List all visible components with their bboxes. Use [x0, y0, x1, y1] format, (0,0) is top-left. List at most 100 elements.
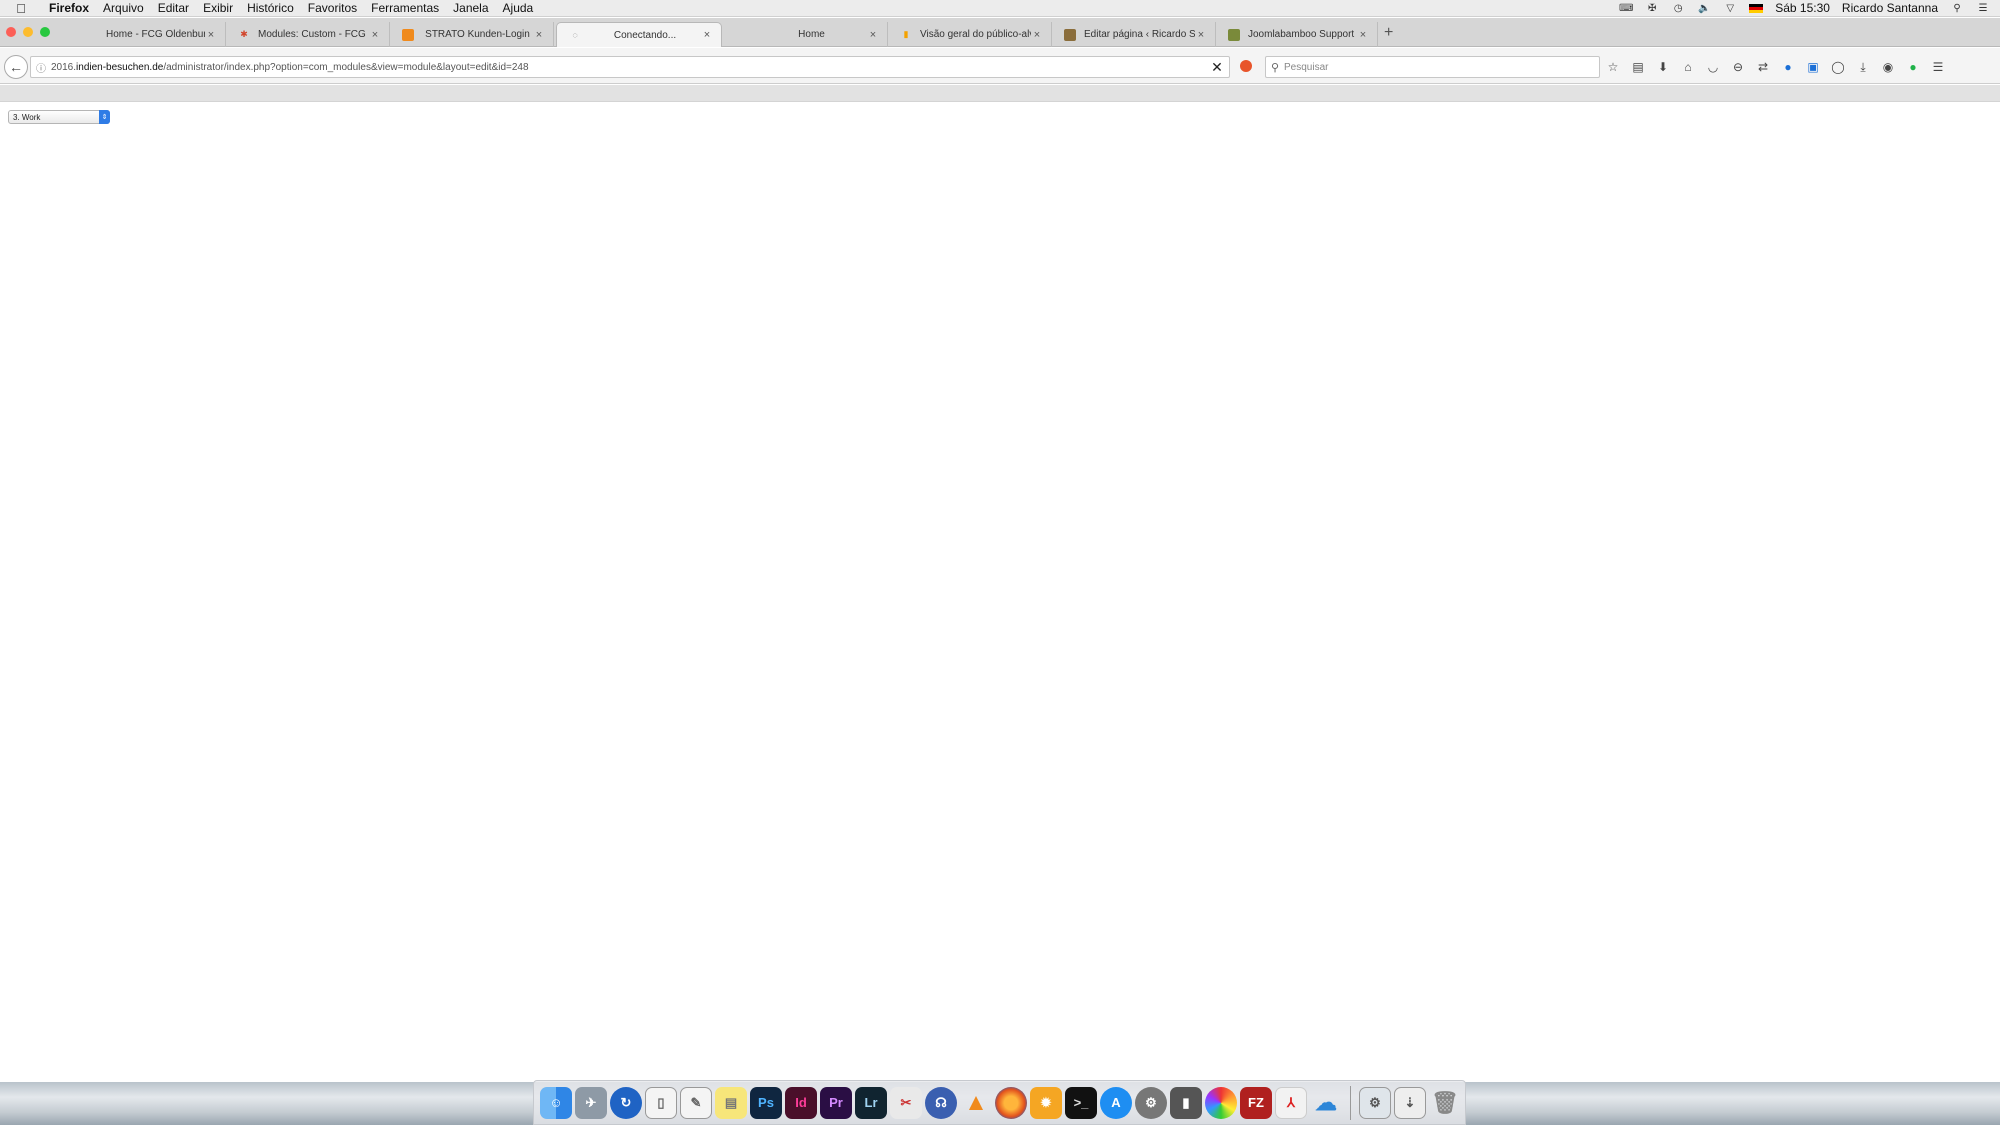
tab-conectando[interactable]: ◌ Conectando... × — [556, 22, 722, 47]
trash-icon[interactable]: 🗑 — [1429, 1087, 1461, 1119]
menu-ajuda[interactable]: Ajuda — [496, 1, 541, 15]
downloads-stack-icon[interactable]: ⇣ — [1394, 1086, 1426, 1119]
extension-square-icon[interactable]: ▣ — [1806, 60, 1820, 74]
tab-analytics[interactable]: ▮ Visão geral do público-alvo... × — [888, 22, 1052, 47]
downloads-icon[interactable]: ⬇ — [1656, 60, 1670, 74]
close-tab-icon[interactable]: × — [1357, 29, 1369, 41]
back-button[interactable]: ← — [4, 55, 28, 79]
menu-janela[interactable]: Janela — [446, 1, 495, 15]
textedit-icon[interactable]: ✎ — [680, 1086, 712, 1119]
tab-home-fcg[interactable]: Home - FCG Oldenburg × — [74, 22, 226, 47]
menu-app-firefox[interactable]: Firefox — [42, 1, 96, 15]
tab-title: Visão geral do público-alvo... — [920, 29, 1031, 40]
document-icon[interactable]: ▯ — [645, 1086, 677, 1119]
close-tab-icon[interactable]: × — [867, 29, 879, 41]
reading-list-icon[interactable]: ▤ — [1631, 60, 1645, 74]
network-icon[interactable]: ✠ — [1645, 3, 1659, 14]
sync-icon[interactable]: ⊖ — [1731, 60, 1745, 74]
notebook-icon[interactable]: ▮ — [1170, 1086, 1202, 1119]
notification-center-icon[interactable]: ☰ — [1976, 3, 1990, 14]
hamburger-menu-icon[interactable]: ☰ — [1931, 60, 1945, 74]
tab-modules-custom[interactable]: ✱ Modules: Custom - FCG Ol... × — [226, 22, 390, 47]
extension-blue-icon[interactable]: ● — [1781, 60, 1795, 74]
search-bar[interactable]: ⚲ Pesquisar — [1265, 56, 1600, 78]
cloud-drive-icon[interactable]: ☁ — [1310, 1087, 1342, 1119]
photoshop-icon[interactable]: Ps — [750, 1086, 782, 1119]
menubar-clock[interactable]: Sáb 15:30 — [1775, 1, 1830, 15]
close-tab-icon[interactable]: × — [1195, 29, 1207, 41]
indesign-icon[interactable]: Id — [785, 1086, 817, 1119]
wifi-icon[interactable]: ▽ — [1723, 3, 1737, 14]
script-editor-icon[interactable]: ✂ — [890, 1086, 922, 1119]
tab-strato[interactable]: STRATO Kunden-Login × — [390, 22, 554, 47]
menu-exibir[interactable]: Exibir — [196, 1, 240, 15]
stop-loading-button[interactable]: ✕ — [1210, 59, 1224, 76]
grammarly-icon[interactable]: ● — [1906, 60, 1920, 74]
joomlabamboo-favicon-icon — [1228, 28, 1240, 41]
tab-home[interactable]: Home × — [724, 22, 888, 47]
analytics-favicon-icon: ▮ — [903, 29, 909, 39]
filezilla-icon[interactable]: FZ — [1240, 1086, 1272, 1119]
menu-editar[interactable]: Editar — [151, 1, 196, 15]
menu-arquivo[interactable]: Arquivo — [96, 1, 151, 15]
search-icon: ⚲ — [1270, 61, 1280, 74]
macos-dock: ☺ ✈ ↻ ▯ ✎ ▤ Ps Id Pr Lr ✂ ☊ ▲ ✹ >_ A ⚙ ▮… — [533, 1080, 1466, 1125]
time-machine-icon[interactable]: ◷ — [1671, 3, 1685, 14]
minimize-window-button[interactable] — [23, 27, 33, 37]
acrobat-icon[interactable]: ⅄ — [1275, 1086, 1307, 1119]
menu-favoritos[interactable]: Favoritos — [301, 1, 364, 15]
system-utility-icon[interactable]: ✹ — [1030, 1086, 1062, 1119]
bookmark-star-icon[interactable]: ☆ — [1606, 60, 1620, 74]
site-info-icon[interactable]: ⓘ — [31, 60, 51, 75]
module-select[interactable]: 3. Work ⇕ — [8, 110, 110, 124]
url-bar[interactable]: ⓘ 2016.indien-besuchen.de/administrator/… — [30, 56, 1230, 78]
vlc-icon[interactable]: ▲ — [960, 1087, 992, 1119]
keyboard-icon[interactable]: ⌨ — [1619, 3, 1633, 14]
terminal-icon[interactable]: >_ — [1065, 1086, 1097, 1119]
menu-ferramentas[interactable]: Ferramentas — [364, 1, 446, 15]
spotlight-search-icon[interactable]: ⚲ — [1950, 3, 1964, 14]
notes-icon[interactable]: ▤ — [715, 1086, 747, 1119]
dock-separator — [1350, 1085, 1351, 1120]
recent-folder-icon[interactable]: ⚙ — [1359, 1086, 1391, 1119]
extension-gray-icon[interactable]: ◯ — [1831, 60, 1845, 74]
apple-menu-icon[interactable]:  — [0, 1, 42, 16]
close-tab-icon[interactable]: × — [369, 29, 381, 41]
premiere-icon[interactable]: Pr — [820, 1086, 852, 1119]
pocket-icon[interactable]: ◡ — [1706, 60, 1720, 74]
sync-app-icon[interactable]: ↻ — [610, 1086, 642, 1119]
system-preferences-icon[interactable]: ⚙ — [1135, 1086, 1167, 1119]
menu-historico[interactable]: Histórico — [240, 1, 301, 15]
finder-icon[interactable]: ☺ — [540, 1086, 572, 1119]
navigation-toolbar: ← ⓘ 2016.indien-besuchen.de/administrato… — [0, 48, 2000, 84]
color-wheel-app-icon[interactable] — [1205, 1086, 1237, 1119]
volume-icon[interactable]: 🔈 — [1697, 3, 1711, 14]
share-icon[interactable]: ⇄ — [1756, 60, 1770, 74]
select-arrows-icon[interactable]: ⇕ — [99, 110, 110, 124]
tab-editar-pagina[interactable]: Editar página ‹ Ricardo San... × — [1052, 22, 1216, 47]
new-tab-button[interactable]: + — [1384, 24, 1393, 42]
close-tab-icon[interactable]: × — [701, 29, 713, 41]
close-window-button[interactable] — [6, 27, 16, 37]
toolbar-icons: ☆ ▤ ⬇ ⌂ ◡ ⊖ ⇄ ● ▣ ◯ ⤓ ◉ ● ☰ — [1606, 60, 1945, 75]
input-language-flag-icon[interactable] — [1749, 3, 1764, 13]
tab-joomlabamboo[interactable]: Joomlabamboo Support Fo... × — [1216, 22, 1378, 47]
extension-dark-icon[interactable]: ◉ — [1881, 60, 1895, 74]
app-store-icon[interactable]: A — [1100, 1086, 1132, 1119]
home-icon[interactable]: ⌂ — [1681, 60, 1695, 74]
close-tab-icon[interactable]: × — [205, 29, 217, 41]
macos-menu-bar:  Firefox Arquivo Editar Exibir Históric… — [0, 0, 2000, 17]
adblock-extension-icon[interactable] — [1240, 60, 1252, 72]
lightroom-icon[interactable]: Lr — [855, 1086, 887, 1119]
zoom-window-button[interactable] — [40, 27, 50, 37]
audio-app-icon[interactable]: ☊ — [925, 1086, 957, 1119]
menubar-user[interactable]: Ricardo Santanna — [1842, 1, 1938, 15]
firefox-icon[interactable] — [995, 1086, 1027, 1119]
close-tab-icon[interactable]: × — [533, 29, 545, 41]
close-tab-icon[interactable]: × — [1031, 29, 1043, 41]
wordpress-user-favicon-icon — [1064, 28, 1076, 41]
launchpad-icon[interactable]: ✈ — [575, 1086, 607, 1119]
favicon-blank-icon — [86, 29, 98, 41]
status-area: ⌨ ✠ ◷ 🔈 ▽ Sáb 15:30 Ricardo Santanna ⚲ ☰ — [1619, 1, 2000, 15]
download-manager-icon[interactable]: ⤓ — [1856, 60, 1870, 74]
